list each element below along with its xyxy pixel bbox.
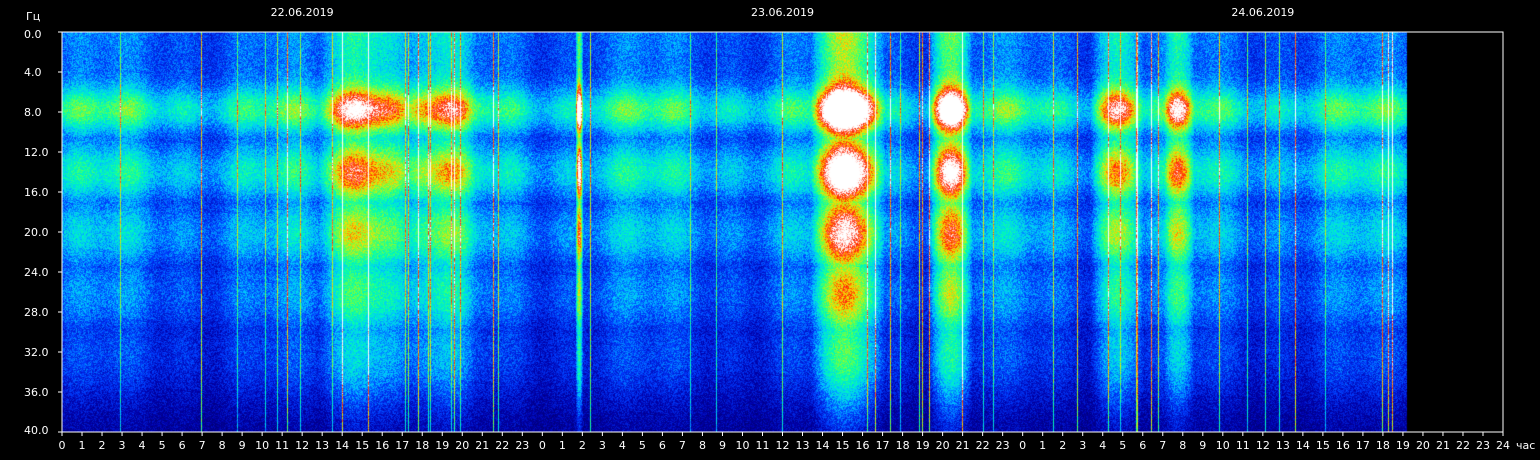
x-tick-label: 4 [1099,439,1106,452]
x-tick-label: 15 [836,439,850,452]
x-tick-label: 20 [1416,439,1430,452]
x-tick-label: 15 [1316,439,1330,452]
x-tick-label: 14 [816,439,830,452]
x-tick-label: 1 [1039,439,1046,452]
x-tick-label: 3 [119,439,126,452]
x-tick-label: 5 [1119,439,1126,452]
x-tick-label: 23 [515,439,529,452]
x-tick-label: 6 [659,439,666,452]
spectrogram-heatmap [62,32,1503,432]
x-tick-label: 22 [976,439,990,452]
x-tick-label: 21 [1436,439,1450,452]
x-tick-label: 19 [435,439,449,452]
x-tick-label: 8 [1179,439,1186,452]
x-tick-label: 4 [619,439,626,452]
x-tick-label: 10 [735,439,749,452]
x-tick-label: 10 [1216,439,1230,452]
x-tick-label: 17 [395,439,409,452]
y-tick-label: 4.0 [24,66,42,79]
x-tick-label: 6 [179,439,186,452]
y-tick-label: 28.0 [24,306,49,319]
x-tick-label: 5 [639,439,646,452]
date-label: 22.06.2019 [271,6,334,19]
x-tick-label: 11 [755,439,769,452]
x-tick-label: 11 [275,439,289,452]
x-tick-label: 9 [239,439,246,452]
x-tick-label: 1 [79,439,86,452]
x-tick-label: 3 [1079,439,1086,452]
x-tick-label: 19 [916,439,930,452]
x-axis-unit-label: час [1516,439,1535,452]
x-tick-label: 1 [559,439,566,452]
x-tick-label: 21 [475,439,489,452]
y-tick-label: 36.0 [24,386,49,399]
x-tick-label: 11 [1236,439,1250,452]
x-tick-label: 13 [1276,439,1290,452]
y-tick-label: 12.0 [24,146,49,159]
x-tick-label: 20 [455,439,469,452]
x-tick-label: 4 [139,439,146,452]
spectrogram-chart: Гц час 0.0 4.0 8.0 12.0 16.0 20.0 24.0 28.0 32.0… [0,0,1540,460]
x-tick-label: 12 [776,439,790,452]
y-tick-label: 20.0 [24,226,49,239]
x-tick-label: 19 [1396,439,1410,452]
x-tick-label: 18 [896,439,910,452]
x-tick-label: 24 [1496,439,1510,452]
y-tick-label: 24.0 [24,266,49,279]
x-tick-label: 16 [856,439,870,452]
x-tick-label: 8 [219,439,226,452]
date-label: 24.06.2019 [1231,6,1294,19]
y-tick-label: 0.0 [24,28,42,41]
y-axis-label: Гц [26,10,40,23]
x-tick-label: 7 [679,439,686,452]
x-tick-label: 18 [415,439,429,452]
x-tick-label: 17 [876,439,890,452]
y-tick-label: 8.0 [24,106,42,119]
x-tick-label: 8 [699,439,706,452]
x-tick-label: 7 [199,439,206,452]
x-tick-label: 14 [335,439,349,452]
y-tick-label: 40.0 [24,424,49,437]
x-tick-label: 0 [59,439,66,452]
x-tick-label: 22 [495,439,509,452]
x-tick-label: 12 [295,439,309,452]
x-tick-label: 2 [579,439,586,452]
x-tick-label: 7 [1159,439,1166,452]
x-tick-label: 22 [1456,439,1470,452]
y-tick-label: 16.0 [24,186,49,199]
x-tick-label: 18 [1376,439,1390,452]
x-tick-label: 12 [1256,439,1270,452]
x-tick-label: 14 [1296,439,1310,452]
x-tick-label: 13 [796,439,810,452]
x-tick-label: 13 [315,439,329,452]
y-tick-label: 32.0 [24,346,49,359]
x-tick-label: 9 [719,439,726,452]
x-tick-label: 6 [1139,439,1146,452]
x-tick-label: 10 [255,439,269,452]
x-tick-label: 0 [1019,439,1026,452]
x-tick-label: 2 [1059,439,1066,452]
x-tick-label: 15 [355,439,369,452]
x-tick-label: 9 [1199,439,1206,452]
spectrogram-canvas-holder [62,32,1503,432]
date-label: 23.06.2019 [751,6,814,19]
x-tick-label: 0 [539,439,546,452]
x-tick-label: 16 [375,439,389,452]
x-tick-label: 2 [99,439,106,452]
x-tick-label: 3 [599,439,606,452]
x-tick-label: 23 [996,439,1010,452]
x-tick-label: 20 [936,439,950,452]
x-tick-label: 5 [159,439,166,452]
x-tick-label: 16 [1336,439,1350,452]
x-tick-label: 21 [956,439,970,452]
x-tick-label: 17 [1356,439,1370,452]
x-tick-label: 23 [1476,439,1490,452]
